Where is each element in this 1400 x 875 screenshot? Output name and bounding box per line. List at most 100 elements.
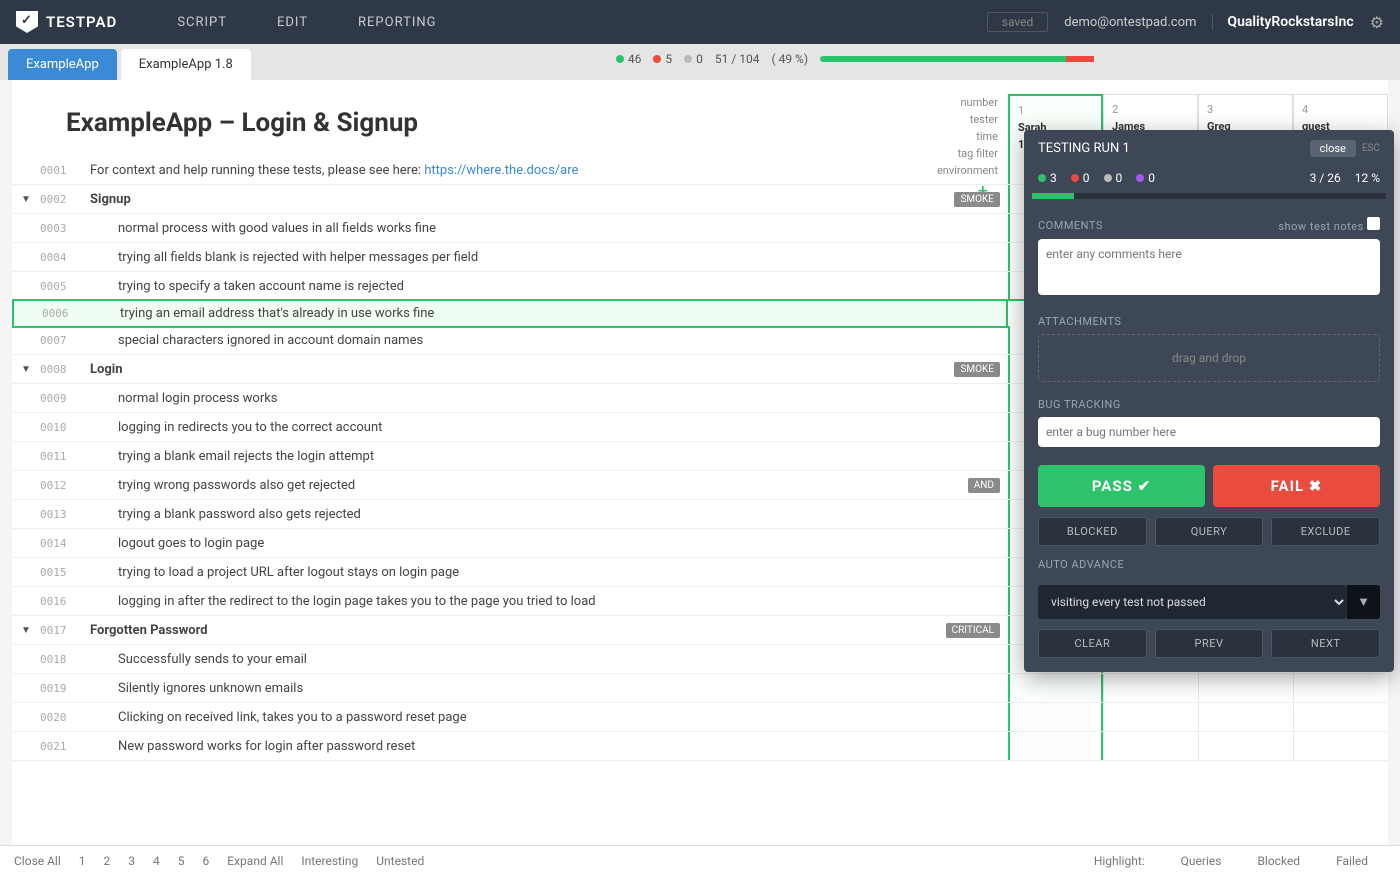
show-notes-label: show test notes (1278, 220, 1363, 233)
footer-item[interactable]: Blocked (1257, 854, 1300, 868)
nav-reporting[interactable]: REPORTING (358, 15, 436, 30)
attachments-dropzone[interactable]: drag and drop (1038, 334, 1380, 382)
result-cell[interactable] (1198, 703, 1293, 731)
row-tag: CRITICAL (946, 623, 1000, 638)
footer-item[interactable]: 3 (128, 854, 135, 868)
prev-button[interactable]: PREV (1155, 629, 1264, 658)
fail-button[interactable]: FAIL ✖ (1213, 465, 1380, 507)
blocked-button[interactable]: BLOCKED (1038, 517, 1147, 546)
row-number: 0013 (40, 508, 90, 521)
user-email[interactable]: demo@ontestpad.com (1064, 15, 1196, 30)
row-text: normal login process works (90, 391, 1008, 406)
row-number: 0005 (40, 280, 90, 293)
row-number: 0016 (40, 595, 90, 608)
row-text: logout goes to login page (90, 536, 1008, 551)
logo[interactable]: TESTPAD (16, 11, 117, 33)
row-toggle[interactable]: ▼ (12, 625, 40, 636)
test-row[interactable]: 0020Clicking on received link, takes you… (12, 703, 1388, 732)
row-number: 0018 (40, 653, 90, 666)
bug-input[interactable] (1038, 417, 1380, 447)
result-cell[interactable] (1103, 732, 1198, 760)
comments-input[interactable] (1038, 239, 1380, 295)
clear-button[interactable]: CLEAR (1038, 629, 1147, 658)
row-text: Login (90, 362, 954, 377)
row-number: 0008 (40, 363, 90, 376)
next-button[interactable]: NEXT (1271, 629, 1380, 658)
row-number: 0012 (40, 479, 90, 492)
tab-exampleapp-18[interactable]: ExampleApp 1.8 (121, 49, 251, 80)
footer-item[interactable]: Expand All (227, 854, 283, 868)
nav-edit[interactable]: EDIT (277, 15, 308, 30)
row-text: special characters ignored in account do… (90, 333, 1008, 348)
footer-item[interactable]: Untested (376, 854, 424, 868)
row-text: For context and help running these tests… (90, 163, 1008, 178)
result-cell[interactable] (1198, 674, 1293, 702)
popup-stats: 3 0 0 0 3 / 26 12 % (1024, 167, 1394, 193)
row-number: 0011 (40, 450, 90, 463)
result-cell[interactable] (1293, 732, 1388, 760)
row-toggle[interactable]: ▼ (12, 364, 40, 375)
footer-item[interactable]: 6 (203, 854, 210, 868)
footer-item[interactable]: 1 (79, 854, 86, 868)
row-toggle[interactable]: ▼ (12, 194, 40, 205)
org-name[interactable]: QualityRockstarsInc (1212, 14, 1353, 30)
row-tag: AND (968, 478, 1000, 493)
tabs-row: ExampleApp ExampleApp 1.8 46 5 0 51 / 10… (0, 44, 1400, 80)
top-header: TESTPAD SCRIPT EDIT REPORTING saved demo… (0, 0, 1400, 44)
row-number: 0014 (40, 537, 90, 550)
result-cell[interactable] (1103, 703, 1198, 731)
row-number: 0007 (40, 334, 90, 347)
row-text: trying all fields blank is rejected with… (90, 250, 1008, 265)
tab-exampleapp[interactable]: ExampleApp (8, 49, 117, 80)
row-text: New password works for login after passw… (90, 739, 1008, 754)
footer-item[interactable]: Close All (14, 854, 61, 868)
attachments-label: ATTACHMENTS (1038, 315, 1380, 328)
exclude-button[interactable]: EXCLUDE (1271, 517, 1380, 546)
summary-stats: 46 5 0 51 / 104 ( 49 %) (616, 52, 1380, 66)
comments-label: COMMENTS (1038, 219, 1103, 232)
row-text: trying wrong passwords also get rejected (90, 478, 968, 493)
auto-advance-label: AUTO ADVANCE (1038, 558, 1380, 571)
footer-item[interactable]: Queries (1181, 854, 1222, 868)
chevron-down-icon: ▼ (1347, 585, 1380, 619)
test-row[interactable]: 0021New password works for login after p… (12, 732, 1388, 761)
footer-item[interactable]: 5 (178, 854, 185, 868)
row-number: 0019 (40, 682, 90, 695)
row-number: 0021 (40, 740, 90, 753)
test-row[interactable]: 0019Silently ignores unknown emails (12, 674, 1388, 703)
pass-button[interactable]: PASS ✔ (1038, 465, 1205, 507)
row-text: Signup (90, 192, 954, 207)
result-cell[interactable] (1008, 732, 1103, 760)
footer-item[interactable]: Failed (1336, 854, 1368, 868)
result-cell[interactable] (1198, 732, 1293, 760)
logo-icon (16, 11, 38, 33)
row-number: 0010 (40, 421, 90, 434)
query-button[interactable]: QUERY (1155, 517, 1264, 546)
row-text: Silently ignores unknown emails (90, 681, 1008, 696)
nav-script[interactable]: SCRIPT (177, 15, 227, 30)
result-cell[interactable] (1293, 674, 1388, 702)
close-button[interactable]: close (1310, 140, 1356, 157)
testing-run-popup: TESTING RUN 1 close ESC 3 0 0 0 3 / 26 1… (1024, 130, 1394, 672)
gear-icon[interactable]: ⚙ (1370, 13, 1384, 32)
row-text: logging in after the redirect to the log… (90, 594, 1008, 609)
row-text: Clicking on received link, takes you to … (90, 710, 1008, 725)
row-text: normal process with good values in all f… (90, 221, 1008, 236)
result-cell[interactable] (1103, 674, 1198, 702)
result-cell[interactable] (1293, 703, 1388, 731)
row-text: trying a blank password also gets reject… (90, 507, 1008, 522)
row-text: trying to specify a taken account name i… (90, 279, 1008, 294)
row-number: 0017 (40, 624, 90, 637)
footer-item[interactable]: Highlight: (1094, 854, 1145, 868)
row-number: 0015 (40, 566, 90, 579)
result-cell[interactable] (1008, 674, 1103, 702)
row-number: 0006 (42, 307, 92, 320)
esc-label: ESC (1362, 143, 1380, 154)
show-notes-checkbox[interactable] (1367, 217, 1380, 230)
result-cell[interactable] (1008, 703, 1103, 731)
footer-item[interactable]: 2 (104, 854, 111, 868)
footer-item[interactable]: 4 (153, 854, 160, 868)
auto-advance-select[interactable]: visiting every test not passed (1038, 585, 1347, 619)
footer-item[interactable]: Interesting (301, 854, 358, 868)
row-number: 0001 (40, 164, 90, 177)
